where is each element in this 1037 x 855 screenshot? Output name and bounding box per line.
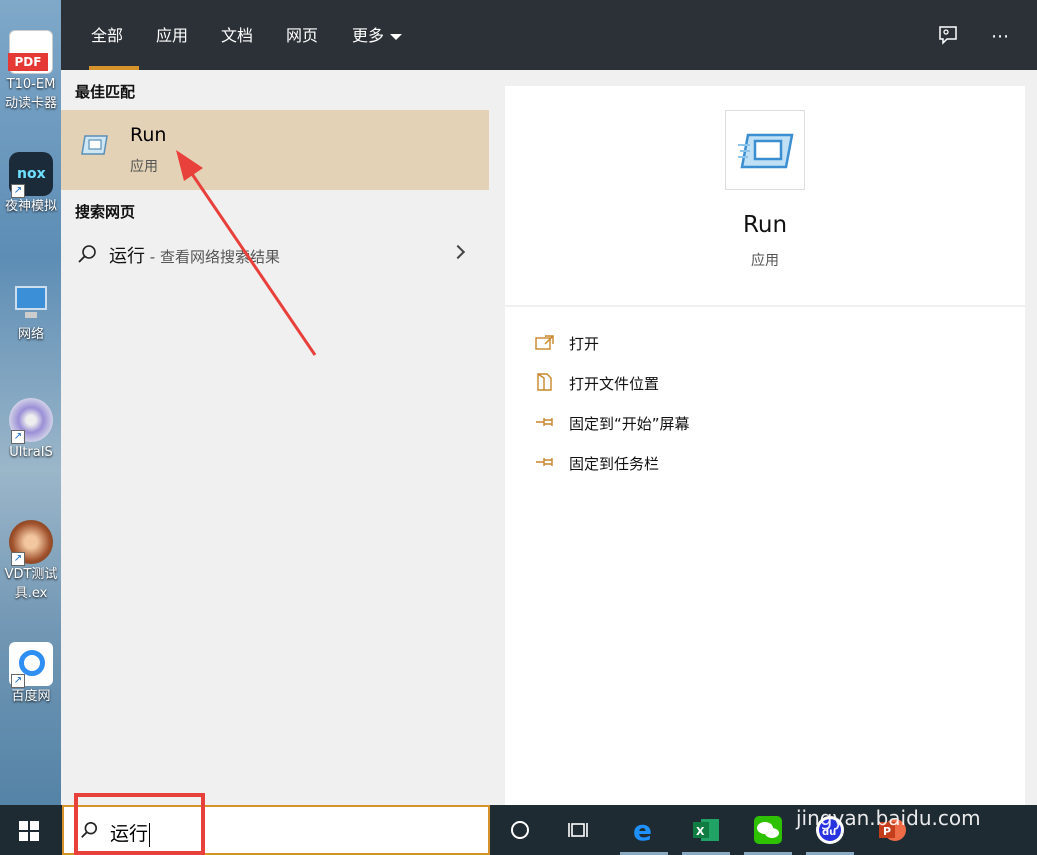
watermark-url: jingyan.baidu.com (796, 806, 981, 830)
watermark-brand: Bai du 经验 (790, 749, 1024, 793)
annotation-highlight-box (74, 793, 205, 855)
annotation-arrow (176, 150, 317, 356)
